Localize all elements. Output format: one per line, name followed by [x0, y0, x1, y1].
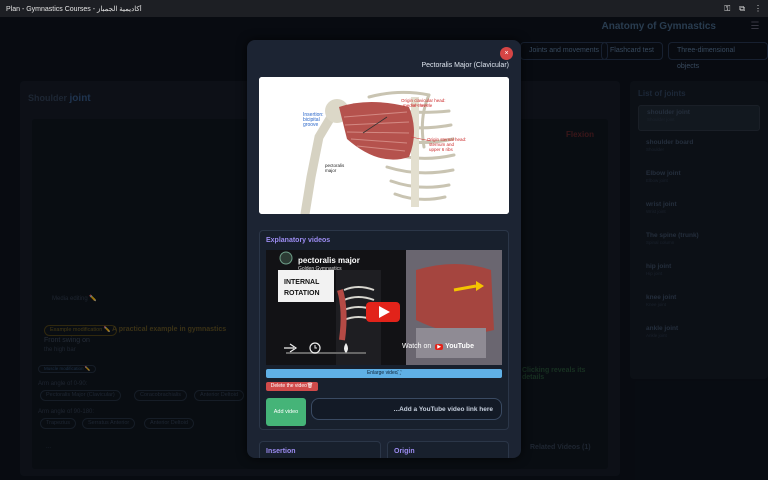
modal-title: Pectoralis Major (Clavicular)	[421, 62, 509, 69]
more-vert-icon[interactable]: ⋮	[754, 4, 762, 14]
video-channel: Golden Gymnastics	[298, 266, 342, 272]
browser-titlebar: Plan - Gymnastics Courses - أكاديمية الج…	[0, 0, 768, 17]
youtube-logo-icon: ▶	[435, 344, 444, 350]
close-button[interactable]: ×	[500, 47, 513, 60]
window-title: Plan - Gymnastics Courses - أكاديمية الج…	[6, 5, 142, 13]
delete-video-button[interactable]: Delete the video🗑	[266, 382, 318, 391]
watch-on-youtube[interactable]: Watch on ▶ YouTube	[402, 343, 474, 350]
anatomy-illustration: Insertion: bicipital groove Origin clavi…	[259, 77, 509, 214]
videos-section: Explanatory videos pectoralis major Gold…	[259, 230, 509, 430]
svg-text:major: major	[325, 168, 337, 173]
svg-text:medial clavicle: medial clavicle	[403, 103, 433, 108]
video-overlay-text: INTERNAL ROTATION	[284, 279, 320, 297]
enlarge-video-button[interactable]: Enlarge video⛶	[266, 369, 502, 378]
add-video-button[interactable]: Add video	[266, 398, 306, 426]
insertion-card: Insertion	[259, 441, 381, 458]
svg-text:groove: groove	[303, 122, 319, 128]
youtube-link-input[interactable]	[311, 398, 502, 420]
origin-card: Origin	[387, 441, 509, 458]
svg-text:upper 6 ribs: upper 6 ribs	[429, 147, 454, 152]
muscle-anatomy-image: Insertion: bicipital groove Origin clavi…	[259, 77, 509, 214]
videos-title: Explanatory videos	[266, 237, 331, 244]
extension-icon[interactable]: ⧉	[739, 4, 745, 14]
muscle-modal: × Pectoralis Major (Clavicular) Insertio…	[247, 40, 521, 458]
video-title: pectoralis major	[298, 256, 360, 265]
key-icon[interactable]: ⚿	[724, 4, 730, 14]
youtube-player[interactable]: pectoralis major Golden Gymnastics INTER…	[266, 250, 502, 365]
